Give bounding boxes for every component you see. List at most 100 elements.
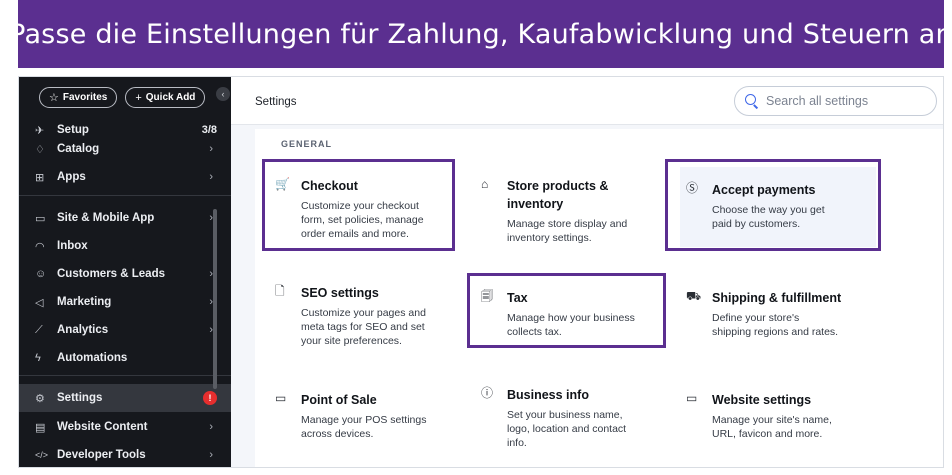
app-window: ☆ Favorites + Quick Add ‹ ✈ Setup 3/8 ♢ … (18, 76, 944, 468)
apps-icon: ⊞ (35, 171, 45, 184)
quick-add-button[interactable]: + Quick Add (125, 87, 206, 108)
tile-description: Manage your site's name, URL, favicon an… (712, 413, 882, 441)
tile-description: Set your business name, logo, location a… (507, 408, 677, 450)
tile-title: SEO settings (301, 286, 379, 300)
sidebar: ☆ Favorites + Quick Add ‹ ✈ Setup 3/8 ♢ … (19, 77, 231, 467)
title-line: inventory (507, 197, 564, 211)
sidebar-item-label: Site & Mobile App (57, 212, 155, 224)
highlight-box-checkout (262, 159, 455, 251)
quick-actions: ☆ Favorites + Quick Add (39, 87, 206, 108)
sidebar-item-settings[interactable]: ⚙ Settings ! (19, 384, 231, 412)
sidebar-item-developer-tools[interactable]: </> Developer Tools › (19, 444, 231, 466)
settings-tile-point-of-sale[interactable]: ▭ Point of Sale Manage your POS settings… (275, 391, 471, 441)
site-icon: ▭ (35, 212, 46, 225)
code-icon: </> (35, 450, 49, 460)
tile-description: Define your store's shipping regions and… (712, 311, 882, 339)
sidebar-item-label: Inbox (57, 240, 88, 252)
analytics-icon: ⟋ (35, 323, 43, 336)
settings-header: Settings (231, 77, 943, 125)
desc-line: Define your store's (712, 312, 800, 324)
desc-line: info. (507, 437, 527, 449)
sidebar-item-website-content[interactable]: ▤ Website Content › (19, 416, 231, 438)
marketing-icon: ◁ (35, 296, 44, 309)
setup-progress-count: 3/8 (201, 124, 217, 136)
sidebar-scrollbar[interactable] (213, 209, 217, 389)
browser-icon: ▭ (686, 391, 698, 405)
catalog-icon: ♢ (35, 143, 45, 156)
desc-line: Set your business name, (507, 409, 623, 421)
truck-icon: ⛟ (686, 289, 702, 303)
sidebar-item-label: Analytics (57, 324, 109, 336)
desc-line: inventory settings. (507, 232, 592, 244)
highlight-box-tax (467, 273, 666, 348)
website-content-icon: ▤ (35, 421, 46, 434)
search-input[interactable] (766, 94, 926, 108)
sidebar-item-apps[interactable]: ⊞ Apps › (19, 166, 231, 188)
inbox-icon: ◠ (35, 240, 45, 253)
search-box[interactable] (734, 86, 937, 116)
banner-title: Passe die Einstellungen für Zahlung, Kau… (9, 18, 952, 50)
tile-title: Business info (507, 388, 589, 402)
chevron-right-icon: › (209, 421, 213, 433)
sidebar-item-label: Apps (57, 171, 86, 183)
plus-icon: + (135, 91, 142, 104)
page-title: Settings (255, 96, 297, 108)
sidebar-item-marketing[interactable]: ◁ Marketing › (19, 291, 231, 313)
title-line: Store products & (507, 179, 609, 193)
tile-description: Customize your pages and meta tags for S… (301, 306, 471, 348)
settings-tile-website-settings[interactable]: ▭ Website settings Manage your site's na… (686, 391, 882, 441)
desc-line: Customize your pages and (301, 307, 426, 319)
desc-line: Manage your site's name, (712, 414, 832, 426)
settings-tile-business-info[interactable]: ⓘ Business info Set your business name, … (481, 386, 677, 450)
favorites-button[interactable]: ☆ Favorites (39, 87, 118, 108)
tile-title: Point of Sale (301, 393, 377, 407)
sidebar-divider (19, 195, 231, 196)
quick-add-label: Quick Add (145, 92, 196, 103)
desc-line: meta tags for SEO and set (301, 321, 425, 333)
tile-title: Store products & inventory (507, 177, 608, 213)
pos-icon: ▭ (275, 391, 287, 405)
store-icon: ⌂ (481, 177, 489, 191)
highlight-box-accept-payments (665, 159, 881, 251)
chevron-right-icon: › (209, 143, 213, 155)
sidebar-item-label: Catalog (57, 143, 100, 155)
section-heading-general: GENERAL (281, 139, 333, 149)
sidebar-item-inbox[interactable]: ◠ Inbox (19, 235, 231, 257)
sidebar-item-label: Website Content (57, 421, 148, 433)
tile-title: Website settings (712, 393, 812, 407)
sidebar-divider (19, 375, 231, 376)
chevron-left-icon: ‹ (221, 89, 225, 99)
customers-icon: ☺ (35, 268, 47, 280)
sidebar-item-customers-leads[interactable]: ☺ Customers & Leads › (19, 263, 231, 285)
sidebar-item-label: Developer Tools (57, 449, 146, 461)
sidebar-item-catalog[interactable]: ♢ Catalog › (19, 138, 231, 160)
seo-icon: 🗋 (275, 284, 285, 298)
sidebar-item-label: Marketing (57, 296, 112, 308)
settings-tile-store-products[interactable]: ⌂ Store products & inventory Manage stor… (481, 177, 677, 245)
screenshot-root: Passe die Einstellungen für Zahlung, Kau… (0, 0, 952, 475)
settings-tile-seo[interactable]: 🗋 SEO settings Customize your pages and … (275, 284, 471, 348)
desc-line: logo, location and contact (507, 423, 627, 435)
desc-line: Manage your POS settings (301, 414, 427, 426)
search-icon (745, 94, 759, 108)
desc-line: shipping regions and rates. (712, 326, 839, 338)
automations-icon: ϟ (35, 352, 41, 364)
sidebar-item-analytics[interactable]: ⟋ Analytics › (19, 319, 231, 341)
sidebar-item-site-mobile-app[interactable]: ▭ Site & Mobile App › (19, 207, 231, 229)
sidebar-item-label: Setup (57, 124, 89, 136)
tile-description: Manage store display and inventory setti… (507, 217, 677, 245)
chevron-right-icon: › (209, 171, 213, 183)
tile-description: Manage your POS settings across devices. (301, 413, 471, 441)
collapse-sidebar-button[interactable]: ‹ (216, 87, 230, 101)
desc-line: across devices. (301, 428, 374, 440)
sidebar-item-label: Customers & Leads (57, 268, 166, 280)
sidebar-item-label: Automations (57, 352, 128, 364)
rocket-icon: ✈ (35, 124, 45, 137)
sidebar-item-label: Settings (57, 392, 103, 404)
sidebar-item-automations[interactable]: ϟ Automations (19, 347, 231, 369)
desc-line: Manage store display and (507, 218, 628, 230)
desc-line: URL, favicon and more. (712, 428, 823, 440)
title-banner: Passe die Einstellungen für Zahlung, Kau… (9, 0, 952, 68)
desc-line: your site preferences. (301, 335, 402, 347)
settings-tile-shipping[interactable]: ⛟ Shipping & fulfillment Define your sto… (686, 289, 882, 339)
